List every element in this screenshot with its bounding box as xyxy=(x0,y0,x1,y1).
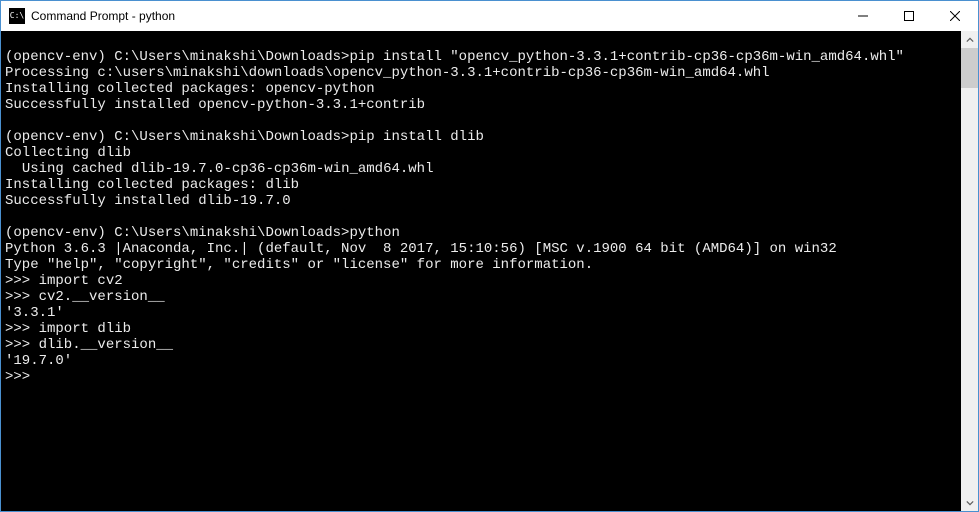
terminal-line: Type "help", "copyright", "credits" or "… xyxy=(5,257,959,273)
terminal-line: Using cached dlib-19.7.0-cp36-cp36m-win_… xyxy=(5,161,959,177)
terminal-line: Successfully installed opencv-python-3.3… xyxy=(5,97,959,113)
scrollbar-track[interactable] xyxy=(961,48,978,494)
terminal-line xyxy=(5,209,959,225)
terminal-line: (opencv-env) C:\Users\minakshi\Downloads… xyxy=(5,225,959,241)
terminal-line: Processing c:\users\minakshi\downloads\o… xyxy=(5,65,959,81)
terminal-line: Installing collected packages: dlib xyxy=(5,177,959,193)
terminal-line: >>> import cv2 xyxy=(5,273,959,289)
terminal-line: Python 3.6.3 |Anaconda, Inc.| (default, … xyxy=(5,241,959,257)
close-icon xyxy=(950,11,960,21)
scrollbar-thumb[interactable] xyxy=(961,48,978,88)
terminal-line: Installing collected packages: opencv-py… xyxy=(5,81,959,97)
cmd-icon: C:\ xyxy=(9,8,25,24)
scroll-up-button[interactable] xyxy=(961,31,978,48)
scroll-down-button[interactable] xyxy=(961,494,978,511)
window-titlebar[interactable]: C:\ Command Prompt - python xyxy=(1,1,978,31)
terminal-line: '3.3.1' xyxy=(5,305,959,321)
chevron-down-icon xyxy=(966,499,974,507)
terminal-line: >>> xyxy=(5,369,959,385)
terminal-line: >>> cv2.__version__ xyxy=(5,289,959,305)
maximize-button[interactable] xyxy=(886,1,932,31)
window-title: Command Prompt - python xyxy=(31,9,840,23)
terminal-line: Collecting dlib xyxy=(5,145,959,161)
terminal-line: >>> dlib.__version__ xyxy=(5,337,959,353)
terminal-line xyxy=(5,33,959,49)
minimize-button[interactable] xyxy=(840,1,886,31)
terminal-line: Successfully installed dlib-19.7.0 xyxy=(5,193,959,209)
maximize-icon xyxy=(904,11,914,21)
terminal-line xyxy=(5,113,959,129)
chevron-up-icon xyxy=(966,36,974,44)
terminal-output[interactable]: (opencv-env) C:\Users\minakshi\Downloads… xyxy=(1,31,961,511)
terminal-line: (opencv-env) C:\Users\minakshi\Downloads… xyxy=(5,129,959,145)
window-controls xyxy=(840,1,978,31)
close-button[interactable] xyxy=(932,1,978,31)
terminal-line: >>> import dlib xyxy=(5,321,959,337)
minimize-icon xyxy=(858,11,868,21)
terminal-line: '19.7.0' xyxy=(5,353,959,369)
content-area: (opencv-env) C:\Users\minakshi\Downloads… xyxy=(1,31,978,511)
terminal-line: (opencv-env) C:\Users\minakshi\Downloads… xyxy=(5,49,959,65)
vertical-scrollbar[interactable] xyxy=(961,31,978,511)
